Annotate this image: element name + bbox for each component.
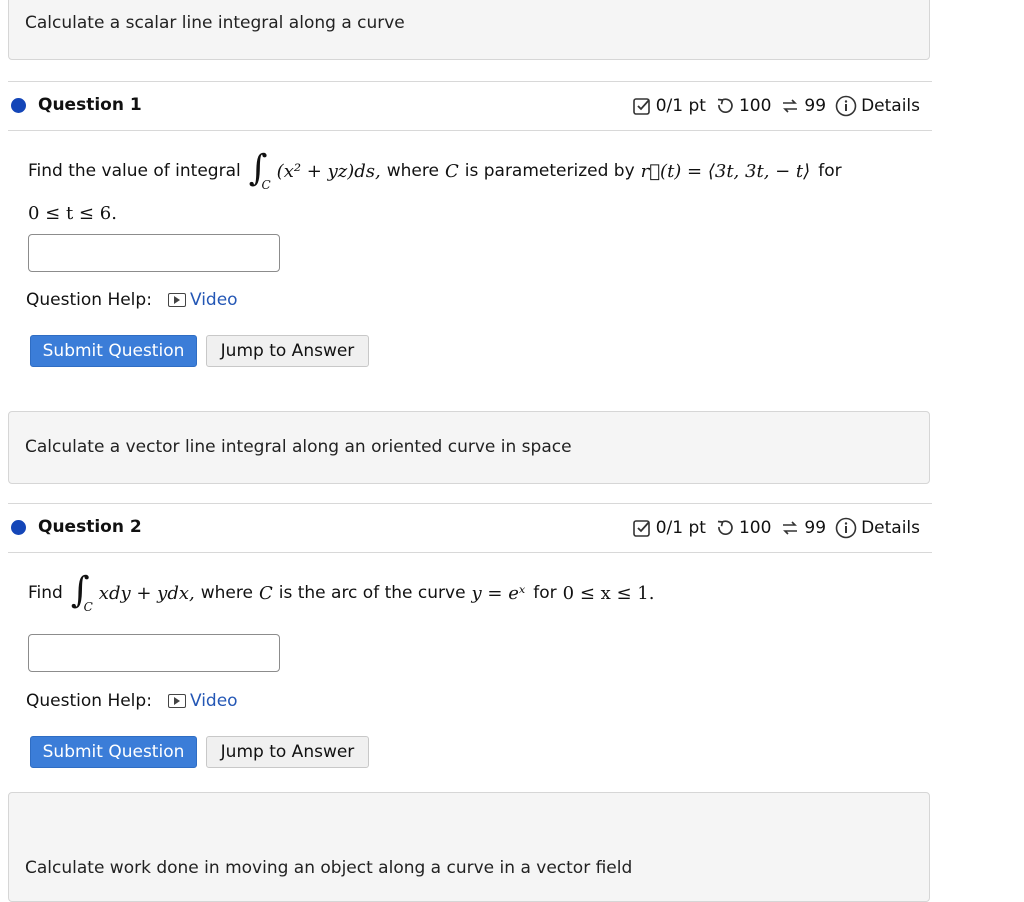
submit-question-button[interactable]: Submit Question bbox=[30, 736, 197, 768]
answer-input[interactable] bbox=[28, 234, 280, 272]
section-title-1: Calculate a scalar line integral along a… bbox=[25, 13, 405, 33]
question-help: Question Help: Video bbox=[26, 290, 238, 310]
question-help: Question Help: Video bbox=[26, 691, 238, 711]
video-icon bbox=[167, 694, 186, 708]
section-panel-2: Calculate a vector line integral along a… bbox=[8, 411, 930, 484]
question-text-1: Find the value of integral ∫ C (x² + yz)… bbox=[28, 148, 842, 193]
attempts-value: 99 bbox=[804, 96, 827, 116]
integrand: (x² + yz)ds, bbox=[276, 160, 381, 182]
question-range-1: 0 ≤ t ≤ 6. bbox=[28, 203, 117, 224]
status-dot-icon bbox=[11, 98, 26, 113]
parameterization: r⃗(t) = ⟨3t, 3t, − t⟩ bbox=[640, 160, 811, 182]
score-value: 0/1 pt bbox=[655, 518, 706, 538]
section-panel-1: Calculate a scalar line integral along a… bbox=[8, 0, 930, 60]
section-panel-3: Calculate work done in moving an object … bbox=[8, 792, 930, 902]
question-header-1: Question 1 0/1 pt 100 99 Details bbox=[8, 81, 932, 131]
integrand: xdy + ydx, bbox=[98, 582, 195, 604]
question-text-2: Find ∫ C xdy + ydx, where C is the arc o… bbox=[28, 570, 655, 615]
question-title: Question 1 bbox=[38, 95, 142, 115]
retry-icon bbox=[715, 96, 735, 116]
info-icon[interactable] bbox=[835, 517, 857, 539]
section-title-2: Calculate a vector line integral along a… bbox=[25, 437, 572, 457]
curve-equation: y = eˣ bbox=[471, 582, 526, 604]
submit-question-button[interactable]: Submit Question bbox=[30, 335, 197, 367]
status-dot-icon bbox=[11, 520, 26, 535]
video-link[interactable]: Video bbox=[167, 290, 238, 310]
score-value: 0/1 pt bbox=[655, 96, 706, 116]
retries-value: 100 bbox=[738, 518, 772, 538]
section-title-3: Calculate work done in moving an object … bbox=[25, 858, 633, 878]
video-link[interactable]: Video bbox=[167, 691, 238, 711]
checkbox-score-icon bbox=[632, 518, 652, 538]
attempts-icon bbox=[780, 96, 800, 116]
question-header-2: Question 2 0/1 pt 100 99 Details bbox=[8, 503, 932, 553]
details-link[interactable]: Details bbox=[861, 96, 920, 116]
retries-value: 100 bbox=[738, 96, 772, 116]
question-meta: 0/1 pt 100 99 Details bbox=[632, 517, 920, 539]
question-help-label: Question Help: bbox=[26, 691, 152, 711]
attempts-icon bbox=[780, 518, 800, 538]
details-link[interactable]: Details bbox=[861, 518, 920, 538]
retry-icon bbox=[715, 518, 735, 538]
question-meta: 0/1 pt 100 99 Details bbox=[632, 95, 920, 117]
info-icon[interactable] bbox=[835, 95, 857, 117]
attempts-value: 99 bbox=[804, 518, 827, 538]
video-icon bbox=[167, 293, 186, 307]
question-title: Question 2 bbox=[38, 517, 142, 537]
checkbox-score-icon bbox=[632, 96, 652, 116]
answer-input[interactable] bbox=[28, 634, 280, 672]
jump-to-answer-button[interactable]: Jump to Answer bbox=[206, 736, 369, 768]
question-help-label: Question Help: bbox=[26, 290, 152, 310]
jump-to-answer-button[interactable]: Jump to Answer bbox=[206, 335, 369, 367]
